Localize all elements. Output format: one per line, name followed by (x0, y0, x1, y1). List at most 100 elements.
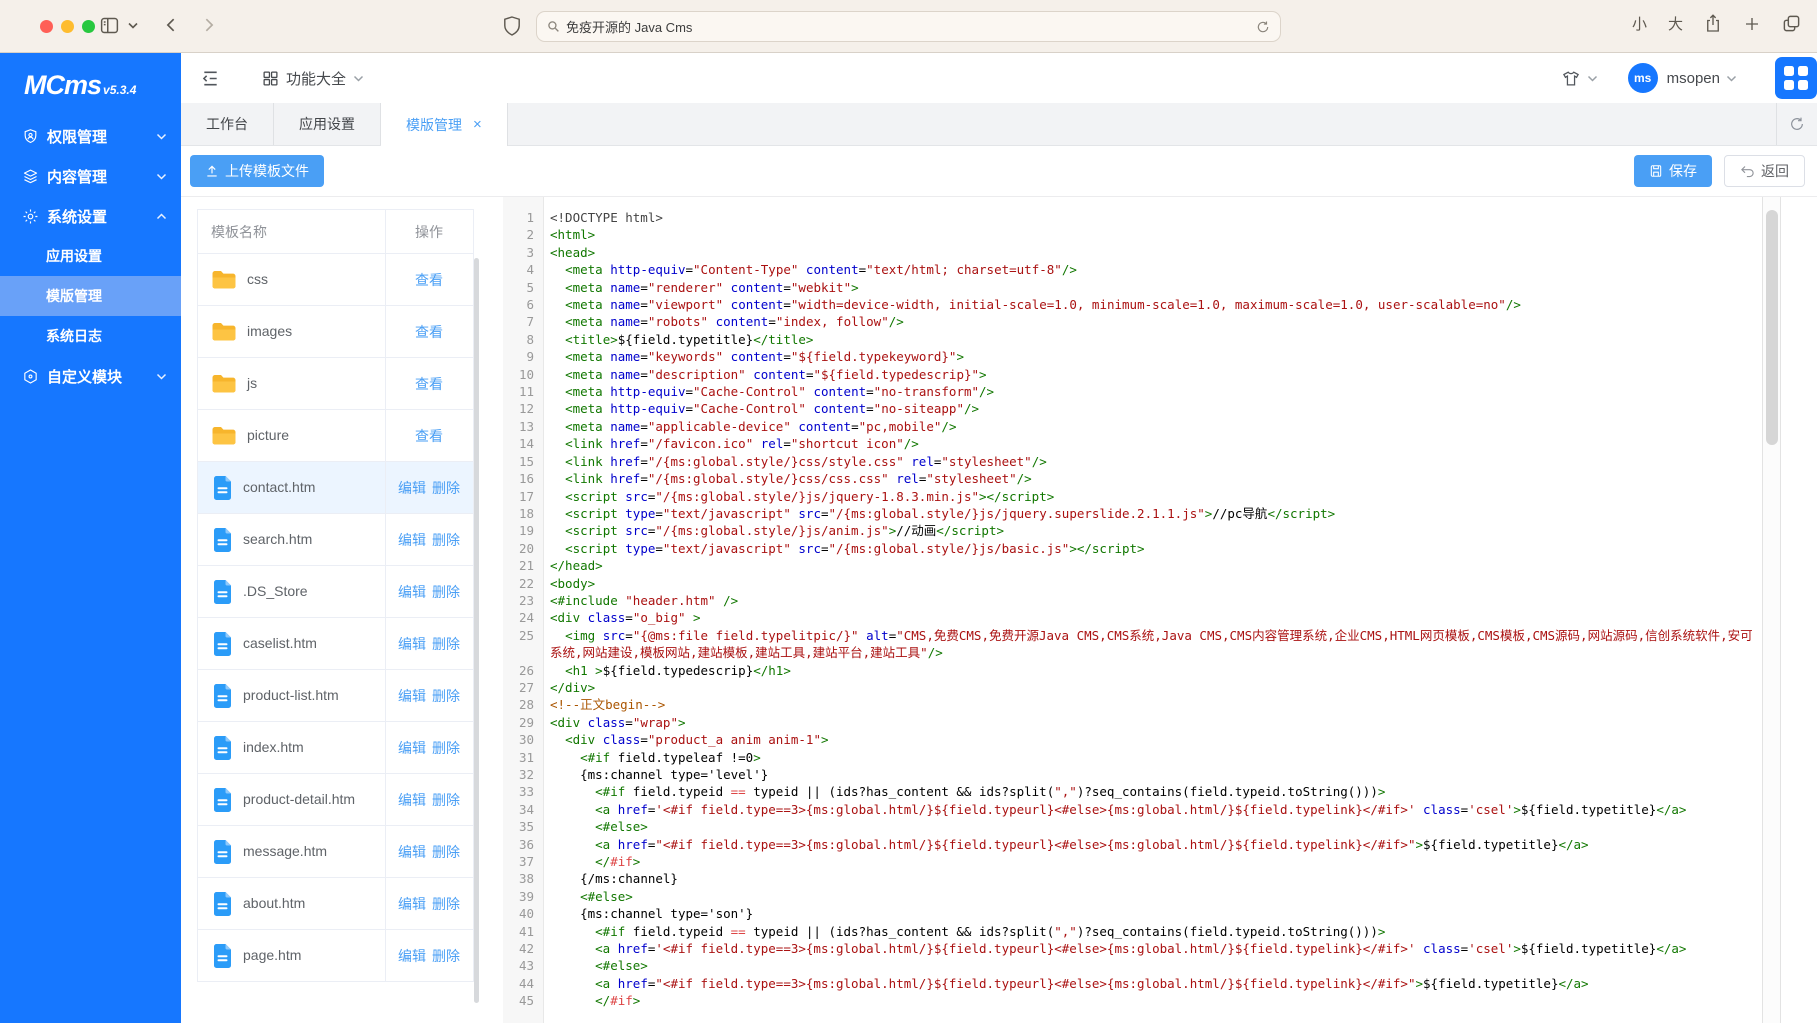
chevron-down-icon[interactable] (128, 22, 138, 29)
delete-link[interactable]: 删除 (432, 688, 460, 704)
file-panel-scrollbar[interactable] (474, 258, 479, 1003)
file-row[interactable]: page.htm编辑删除 (198, 930, 474, 982)
code-text[interactable]: <#if field.typeleaf !=0> (543, 749, 1762, 766)
code-text[interactable]: </#if> (543, 992, 1762, 1009)
code-text[interactable]: {ms:channel type='son'} (543, 905, 1762, 922)
edit-link[interactable]: 编辑 (398, 688, 426, 704)
code-line[interactable]: 7 <meta name="robots" content="index, fo… (503, 313, 1762, 330)
code-line[interactable]: 45 </#if> (503, 992, 1762, 1009)
code-text[interactable]: <meta http-equiv="Cache-Control" content… (543, 383, 1762, 400)
sidebar-item-system[interactable]: 系统设置 (0, 196, 181, 236)
code-text[interactable]: </#if> (543, 853, 1762, 870)
code-text[interactable]: <script type="text/javascript" src="/{ms… (543, 540, 1762, 557)
code-text[interactable]: <div class="product_a anim anim-1"> (543, 731, 1762, 748)
delete-link[interactable]: 删除 (432, 844, 460, 860)
delete-link[interactable]: 删除 (432, 480, 460, 496)
code-line[interactable]: 24<div class="o_big" > (503, 609, 1762, 626)
code-text[interactable]: <meta name="viewport" content="width=dev… (543, 296, 1762, 313)
code-text[interactable]: <title>${field.typetitle}</title> (543, 331, 1762, 348)
new-tab-icon[interactable] (1743, 15, 1761, 33)
sidebar-item-permission[interactable]: 权限管理 (0, 116, 181, 156)
code-line[interactable]: 37 </#if> (503, 853, 1762, 870)
code-text[interactable]: <div class="o_big" > (543, 609, 1762, 626)
share-icon[interactable] (1704, 13, 1722, 34)
chevron-down-icon[interactable] (1587, 75, 1598, 82)
code-line[interactable]: 17 <script src="/{ms:global.style/}js/jq… (503, 488, 1762, 505)
reload-icon[interactable] (1256, 20, 1270, 34)
edit-link[interactable]: 编辑 (398, 948, 426, 964)
chevron-down-icon[interactable] (1726, 75, 1737, 82)
apps-launcher-button[interactable] (1775, 57, 1817, 99)
code-text[interactable]: </head> (543, 557, 1762, 574)
file-row[interactable]: caselist.htm编辑删除 (198, 618, 474, 670)
code-line[interactable]: 13 <meta name="applicable-device" conten… (503, 418, 1762, 435)
code-text[interactable]: <meta http-equiv="Content-Type" content=… (543, 261, 1762, 278)
file-row[interactable]: contact.htm编辑删除 (198, 462, 474, 514)
code-line[interactable]: 12 <meta http-equiv="Cache-Control" cont… (503, 400, 1762, 417)
code-text[interactable]: <meta name="description" content="${fiel… (543, 366, 1762, 383)
code-line[interactable]: 11 <meta http-equiv="Cache-Control" cont… (503, 383, 1762, 400)
code-line[interactable]: 14 <link href="/favicon.ico" rel="shortc… (503, 435, 1762, 452)
code-line[interactable]: 21</head> (503, 557, 1762, 574)
file-row[interactable]: product-list.htm编辑删除 (198, 670, 474, 722)
file-row[interactable]: index.htm编辑删除 (198, 722, 474, 774)
file-row[interactable]: message.htm编辑删除 (198, 826, 474, 878)
code-text[interactable]: <#include "header.htm" /> (543, 592, 1762, 609)
sidebar-toggle-icon[interactable] (99, 15, 120, 36)
close-window-button[interactable] (40, 20, 53, 33)
code-line[interactable]: 27</div> (503, 679, 1762, 696)
code-text[interactable]: <a href='<#if field.type==3>{ms:global.h… (543, 801, 1762, 818)
delete-link[interactable]: 删除 (432, 532, 460, 548)
code-text[interactable]: <img src="{@ms:file field.typelitpic/}" … (543, 627, 1762, 662)
code-text[interactable]: <head> (543, 244, 1762, 261)
code-line[interactable]: 40 {ms:channel type='son'} (503, 905, 1762, 922)
code-text[interactable]: <link href="/favicon.ico" rel="shortcut … (543, 435, 1762, 452)
delete-link[interactable]: 删除 (432, 896, 460, 912)
text-larger-button[interactable]: 大 (1668, 13, 1683, 34)
code-line[interactable]: 15 <link href="/{ms:global.style/}css/st… (503, 453, 1762, 470)
delete-link[interactable]: 删除 (432, 740, 460, 756)
view-link[interactable]: 查看 (415, 272, 443, 288)
user-avatar[interactable]: ms (1628, 63, 1658, 93)
delete-link[interactable]: 删除 (432, 636, 460, 652)
edit-link[interactable]: 编辑 (398, 792, 426, 808)
file-row[interactable]: .DS_Store编辑删除 (198, 566, 474, 618)
file-row[interactable]: search.htm编辑删除 (198, 514, 474, 566)
code-line[interactable]: 39 <#else> (503, 888, 1762, 905)
all-functions-menu[interactable]: 功能大全 (262, 68, 364, 89)
tab-template-management[interactable]: 模版管理× (381, 103, 508, 146)
code-line[interactable]: 25 <img src="{@ms:file field.typelitpic/… (503, 627, 1762, 662)
code-line[interactable]: 19 <script src="/{ms:global.style/}js/an… (503, 522, 1762, 539)
code-text[interactable]: <meta name="applicable-device" content="… (543, 418, 1762, 435)
code-text[interactable]: <div class="wrap"> (543, 714, 1762, 731)
file-row[interactable]: css查看 (198, 254, 474, 306)
view-link[interactable]: 查看 (415, 428, 443, 444)
code-text[interactable]: <#else> (543, 888, 1762, 905)
code-line[interactable]: 26 <h1 >${field.typedescrip}</h1> (503, 662, 1762, 679)
code-text[interactable]: {ms:channel type='level'} (543, 766, 1762, 783)
code-line[interactable]: 33 <#if field.typeid == typeid || (ids?h… (503, 783, 1762, 800)
refresh-tab-icon[interactable] (1776, 103, 1817, 145)
code-line[interactable]: 8 <title>${field.typetitle}</title> (503, 331, 1762, 348)
edit-link[interactable]: 编辑 (398, 532, 426, 548)
code-line[interactable]: 10 <meta name="description" content="${f… (503, 366, 1762, 383)
code-line[interactable]: 16 <link href="/{ms:global.style/}css/cs… (503, 470, 1762, 487)
code-line[interactable]: 23<#include "header.htm" /> (503, 592, 1762, 609)
code-line[interactable]: 32 {ms:channel type='level'} (503, 766, 1762, 783)
file-row[interactable]: about.htm编辑删除 (198, 878, 474, 930)
code-text[interactable]: <meta name="keywords" content="${field.t… (543, 348, 1762, 365)
sidebar-item-app-settings[interactable]: 应用设置 (0, 236, 181, 276)
code-line[interactable]: 1<!DOCTYPE html> (503, 209, 1762, 226)
tab-app-settings[interactable]: 应用设置 (274, 103, 381, 145)
code-text[interactable]: <#if field.typeid == typeid || (ids?has_… (543, 783, 1762, 800)
code-line[interactable]: 35 <#else> (503, 818, 1762, 835)
code-text[interactable]: <h1 >${field.typedescrip}</h1> (543, 662, 1762, 679)
file-row[interactable]: js查看 (198, 358, 474, 410)
view-link[interactable]: 查看 (415, 324, 443, 340)
code-text[interactable]: <link href="/{ms:global.style/}css/style… (543, 453, 1762, 470)
code-text[interactable]: <script src="/{ms:global.style/}js/anim.… (543, 522, 1762, 539)
code-editor[interactable]: 1<!DOCTYPE html>2<html>3<head>4 <meta ht… (503, 197, 1817, 1023)
username[interactable]: msopen (1667, 70, 1720, 87)
code-line[interactable]: 18 <script type="text/javascript" src="/… (503, 505, 1762, 522)
code-line[interactable]: 44 <a href="<#if field.type==3>{ms:globa… (503, 975, 1762, 992)
